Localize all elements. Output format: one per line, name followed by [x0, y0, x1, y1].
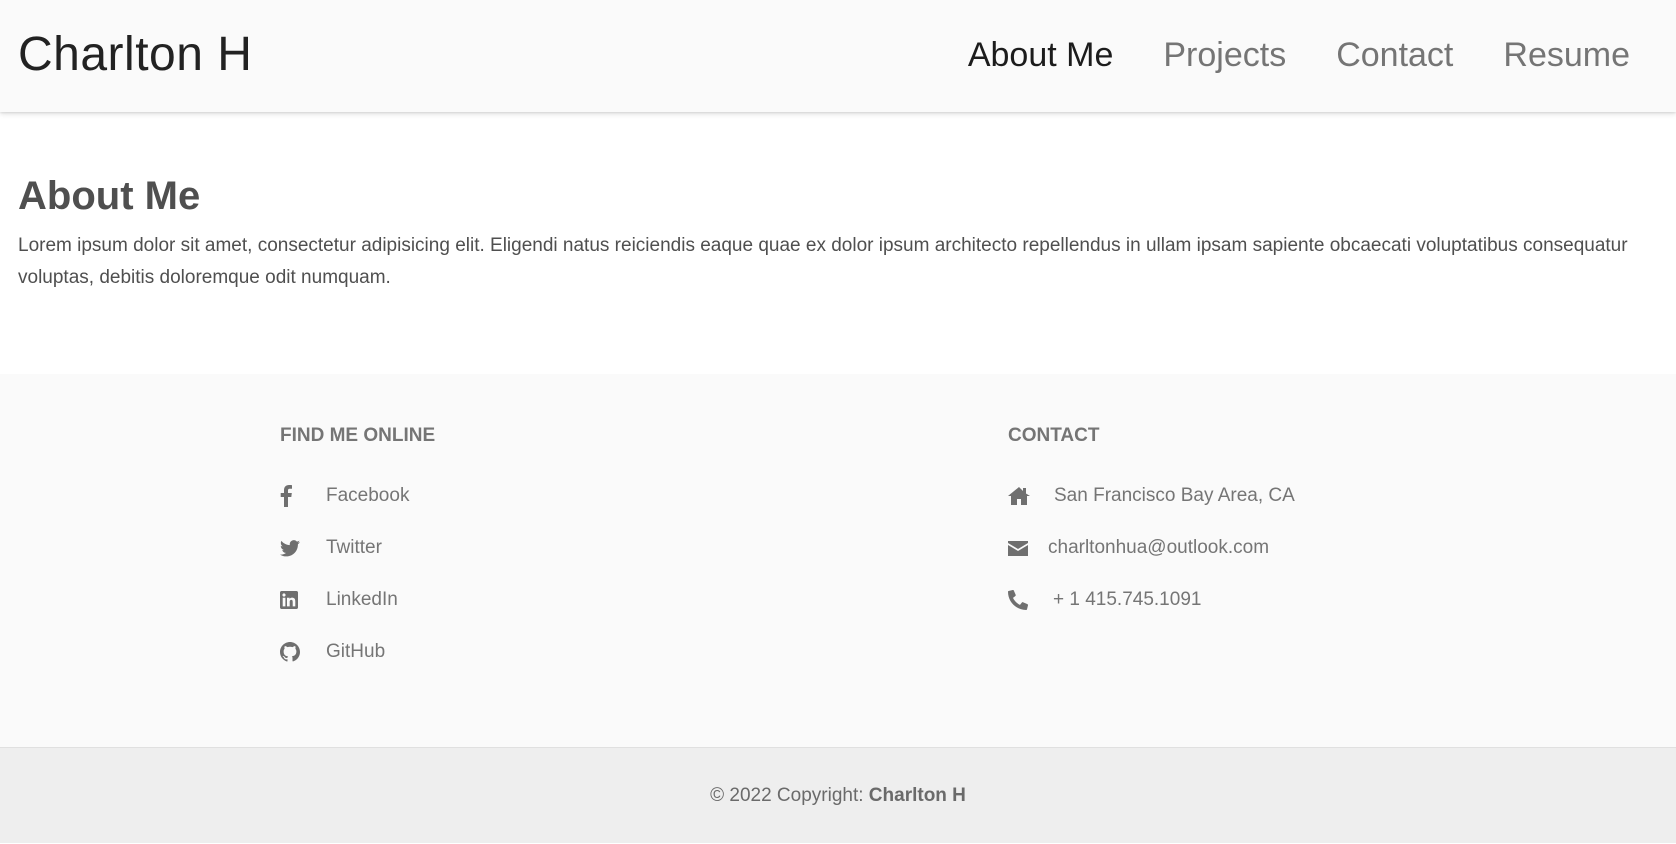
social-item-github: GitHub: [280, 626, 435, 678]
contact-phone-link[interactable]: + 1 415.745.1091: [1053, 589, 1201, 611]
footer: Find me online Facebook Twitter LinkedIn: [0, 374, 1676, 747]
nav-item-projects: Projects: [1163, 32, 1286, 78]
top-navbar: Charlton H About Me Projects Contact Res…: [0, 0, 1676, 112]
nav-item-about-me: About Me: [968, 32, 1114, 78]
facebook-link[interactable]: Facebook: [326, 485, 409, 507]
copyright-prefix: © 2022 Copyright:: [710, 785, 869, 806]
home-icon: [1008, 484, 1054, 508]
contact-item-email: charltonhua@outlook.com: [1008, 522, 1295, 574]
contact-item-phone: + 1 415.745.1091: [1008, 574, 1295, 626]
social-item-facebook: Facebook: [280, 470, 435, 522]
nav-link-contact[interactable]: Contact: [1336, 36, 1453, 74]
contact-column: Contact San Francisco Bay Area, CA charl…: [1008, 424, 1295, 626]
nav-link-resume[interactable]: Resume: [1503, 36, 1630, 74]
phone-icon: [1008, 588, 1053, 612]
contact-address-text: San Francisco Bay Area, CA: [1054, 485, 1295, 506]
linkedin-link[interactable]: LinkedIn: [326, 589, 398, 611]
brand-logo-link[interactable]: Charlton H: [18, 26, 252, 84]
copyright-bar: © 2022 Copyright: Charlton H: [0, 747, 1676, 843]
contact-info-list: San Francisco Bay Area, CA charltonhua@o…: [1008, 470, 1295, 626]
github-icon: [280, 640, 326, 664]
social-item-twitter: Twitter: [280, 522, 435, 574]
nav-item-resume: Resume: [1503, 32, 1630, 78]
facebook-icon: [280, 484, 326, 508]
envelope-icon: [1008, 536, 1048, 560]
nav-link-about-me[interactable]: About Me: [968, 36, 1114, 74]
find-me-online-column: Find me online Facebook Twitter LinkedIn: [280, 424, 435, 678]
contact-heading: Contact: [1008, 425, 1100, 446]
social-links-list: Facebook Twitter LinkedIn GitHub: [280, 470, 435, 678]
social-item-linkedin: LinkedIn: [280, 574, 435, 626]
nav-link-projects[interactable]: Projects: [1163, 36, 1286, 74]
find-me-online-heading: Find me online: [280, 425, 436, 446]
about-heading: About Me: [18, 174, 201, 218]
nav-item-contact: Contact: [1336, 32, 1453, 78]
github-link[interactable]: GitHub: [326, 641, 385, 663]
contact-email-link[interactable]: charltonhua@outlook.com: [1048, 537, 1269, 559]
about-body-text: Lorem ipsum dolor sit amet, consectetur …: [18, 235, 1628, 288]
nav-links: About Me Projects Contact Resume: [968, 32, 1630, 78]
about-section: About Me Lorem ipsum dolor sit amet, con…: [18, 170, 1658, 294]
linkedin-icon: [280, 588, 326, 612]
twitter-link[interactable]: Twitter: [326, 537, 382, 559]
copyright-name: Charlton H: [868, 785, 966, 806]
twitter-icon: [280, 536, 326, 560]
contact-item-address: San Francisco Bay Area, CA: [1008, 470, 1295, 522]
